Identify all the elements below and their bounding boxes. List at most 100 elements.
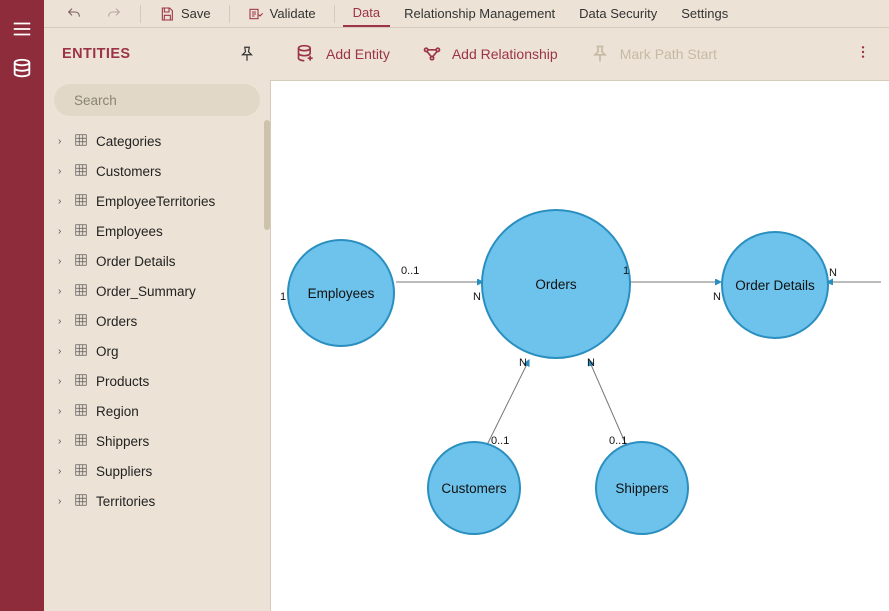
- table-icon: [74, 433, 88, 450]
- entity-tree: › Categories › Customers › EmployeeTerritorie…: [44, 124, 270, 516]
- mark-path-start-label: Mark Path Start: [620, 46, 717, 62]
- entity-tree-item[interactable]: › Employees: [46, 216, 270, 246]
- table-icon: [74, 403, 88, 420]
- entity-name: Org: [96, 344, 119, 359]
- entity-name: Orders: [96, 314, 137, 329]
- cardinality-label: N: [829, 267, 837, 279]
- node-label: Customers: [441, 481, 506, 496]
- add-relationship-label: Add Relationship: [452, 46, 558, 62]
- chevron-right-icon: ›: [58, 496, 66, 507]
- entity-tree-item[interactable]: › Territories: [46, 486, 270, 516]
- entity-tree-item[interactable]: › Orders: [46, 306, 270, 336]
- entity-tree-item[interactable]: › Shippers: [46, 426, 270, 456]
- tab-data[interactable]: Data: [343, 0, 390, 27]
- chevron-right-icon: ›: [58, 316, 66, 327]
- search-input[interactable]: [74, 93, 251, 108]
- table-icon: [74, 493, 88, 510]
- node-customers[interactable]: Customers: [427, 441, 521, 535]
- separator: [229, 5, 230, 23]
- mark-path-start-button[interactable]: Mark Path Start: [578, 36, 729, 72]
- cardinality-label: 0..1: [401, 265, 419, 277]
- node-label: Shippers: [615, 481, 668, 496]
- node-orders[interactable]: Orders: [481, 209, 631, 359]
- tab-label: Data Security: [579, 6, 657, 21]
- node-label: Employees: [308, 286, 375, 301]
- more-menu-button[interactable]: [851, 44, 875, 65]
- entity-tree-item[interactable]: ›Order_Summary: [46, 276, 270, 306]
- entity-tree-item[interactable]: › Region: [46, 396, 270, 426]
- tab-label: Data: [353, 5, 380, 20]
- chevron-right-icon: ›: [58, 346, 66, 357]
- entity-name: Suppliers: [96, 464, 152, 479]
- table-icon: [74, 133, 88, 150]
- table-icon: [74, 223, 88, 240]
- node-shippers[interactable]: Shippers: [595, 441, 689, 535]
- entity-name: Order Details: [96, 254, 176, 269]
- validate-button[interactable]: Validate: [238, 0, 326, 27]
- entity-name: Territories: [96, 494, 155, 509]
- tab-settings[interactable]: Settings: [671, 0, 738, 27]
- undo-button[interactable]: [56, 0, 92, 27]
- entity-tree-item[interactable]: ›Products: [46, 366, 270, 396]
- database-icon[interactable]: [11, 58, 33, 80]
- entity-name: Region: [96, 404, 139, 419]
- pin-button[interactable]: [224, 28, 270, 80]
- add-entity-label: Add Entity: [326, 46, 390, 62]
- cardinality-label: N: [713, 291, 721, 303]
- table-icon: [74, 463, 88, 480]
- chevron-right-icon: ›: [58, 466, 66, 477]
- sidepanel: › Categories › Customers › EmployeeTerritorie…: [44, 80, 270, 611]
- separator: [334, 5, 335, 23]
- table-icon: [74, 193, 88, 210]
- chevron-right-icon: ›: [58, 226, 66, 237]
- chevron-right-icon: ›: [58, 256, 66, 267]
- save-button[interactable]: Save: [149, 0, 221, 27]
- add-relationship-button[interactable]: Add Relationship: [410, 36, 570, 72]
- entity-name: EmployeeTerritories: [96, 194, 215, 209]
- app-rail: [0, 0, 44, 611]
- redo-button[interactable]: [96, 0, 132, 27]
- diagram-canvas[interactable]: Employees Orders Order Details Customers…: [270, 80, 889, 611]
- node-label: Orders: [535, 277, 576, 292]
- chevron-right-icon: ›: [58, 196, 66, 207]
- tab-relationship-management[interactable]: Relationship Management: [394, 0, 565, 27]
- cardinality-label: 1: [280, 291, 286, 303]
- entity-name: Categories: [96, 134, 161, 149]
- cardinality-label: N: [587, 357, 595, 369]
- table-icon: [74, 283, 88, 300]
- table-icon: [74, 163, 88, 180]
- search-field[interactable]: [54, 84, 260, 116]
- table-icon: [74, 373, 88, 390]
- canvas-toolbar: Add Entity Add Relationship Mark Path St…: [270, 28, 889, 80]
- tab-label: Relationship Management: [404, 6, 555, 21]
- entity-tree-item[interactable]: › Order Details: [46, 246, 270, 276]
- separator: [140, 5, 141, 23]
- entity-name: Products: [96, 374, 149, 389]
- table-icon: [74, 313, 88, 330]
- tab-data-security[interactable]: Data Security: [569, 0, 667, 27]
- save-label: Save: [181, 6, 211, 21]
- entity-tree-item[interactable]: › Org: [46, 336, 270, 366]
- sidepanel-title: ENTITIES: [62, 46, 224, 62]
- entity-name: Employees: [96, 224, 163, 239]
- node-order-details[interactable]: Order Details: [721, 231, 829, 339]
- node-label: Order Details: [735, 278, 815, 293]
- entity-tree-item[interactable]: › Suppliers: [46, 456, 270, 486]
- menu-icon[interactable]: [11, 18, 33, 40]
- chevron-right-icon: ›: [58, 406, 66, 417]
- entity-tree-item[interactable]: › Customers: [46, 156, 270, 186]
- table-icon: [74, 343, 88, 360]
- entity-tree-item[interactable]: › Categories: [46, 126, 270, 156]
- chevron-right-icon: ›: [58, 136, 66, 147]
- chevron-right-icon: ›: [58, 166, 66, 177]
- chevron-right-icon: ›: [58, 286, 66, 297]
- entity-name: Shippers: [96, 434, 149, 449]
- entity-tree-item[interactable]: › EmployeeTerritories: [46, 186, 270, 216]
- entity-name: Customers: [96, 164, 161, 179]
- chevron-right-icon: ›: [58, 436, 66, 447]
- cardinality-label: N: [519, 357, 527, 369]
- cardinality-label: N: [473, 291, 481, 303]
- node-employees[interactable]: Employees: [287, 239, 395, 347]
- top-toolbar: Save Validate Data Relationship Manageme…: [44, 0, 889, 28]
- add-entity-button[interactable]: Add Entity: [284, 36, 402, 72]
